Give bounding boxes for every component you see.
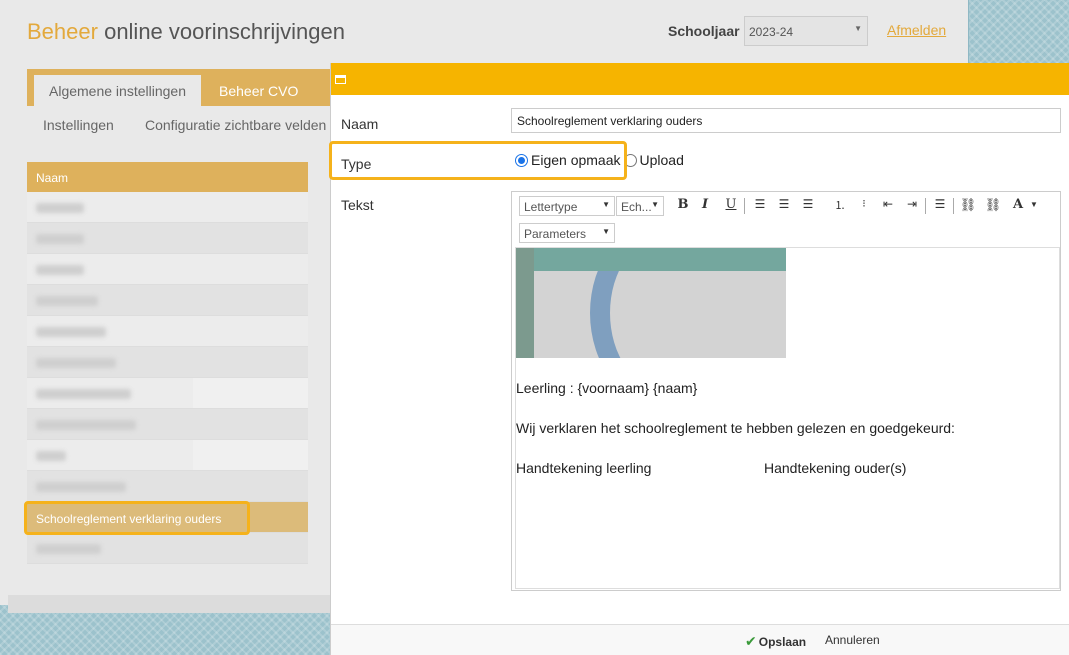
outdent-icon[interactable]: ⇤ (879, 197, 897, 211)
window-icon (335, 75, 346, 84)
schoolyear-label: Schooljaar (668, 23, 740, 39)
align-right-icon[interactable]: ☰ (799, 197, 817, 211)
content-signature-leerling: Handtekening leerling (516, 460, 652, 476)
chevron-down-icon: ▼ (854, 24, 862, 33)
schoolyear-value: 2023-24 (749, 25, 794, 39)
naam-input[interactable]: Schoolreglement verklaring ouders (511, 108, 1061, 133)
subnav-instellingen[interactable]: Instellingen (43, 117, 114, 133)
tab-beheer-cvo[interactable]: Beheer CVO (219, 75, 298, 106)
logout-link[interactable]: Afmelden (887, 22, 946, 38)
parameters-dropdown-value: Parameters (524, 227, 587, 241)
size-dropdown[interactable]: Ech... ▼ (616, 196, 664, 216)
tab-bar: Algemene instellingen Beheer CVO (27, 69, 330, 106)
horizontal-rule-icon[interactable]: ☰ (931, 197, 949, 211)
table-row[interactable] (27, 223, 308, 254)
checkmark-icon: ✔ (745, 633, 757, 649)
highlight-box-selected-row (24, 501, 250, 535)
table-row[interactable] (27, 254, 308, 285)
dropdown-arrow-icon: ▼ (602, 200, 610, 209)
dropdown-arrow-icon: ▼ (602, 227, 610, 236)
content-signature-ouders: Handtekening ouder(s) (764, 460, 907, 476)
rich-text-editor: Lettertype ▼ Ech... ▼ B I U ☰ ☰ ☰ ⒈ ⁝ ⇤ ⇥ … (511, 191, 1061, 591)
text-color-dropdown-icon[interactable]: ▼ (1025, 200, 1043, 209)
parameters-dropdown[interactable]: Parameters ▼ (519, 223, 615, 243)
table-row[interactable] (27, 378, 308, 409)
table-row[interactable] (27, 347, 308, 378)
link-icon[interactable]: ⛓ (959, 197, 977, 213)
italic-icon[interactable]: I (696, 197, 714, 212)
content-line-verklaring: Wij verklaren het schoolreglement te heb… (516, 420, 955, 436)
highlight-box-type (329, 141, 627, 180)
table-row[interactable] (27, 533, 308, 564)
dialog-footer: ✔ Opslaan Annuleren (331, 624, 1069, 655)
content-line-leerling: Leerling : {voornaam} {naam} (516, 380, 698, 396)
underline-icon[interactable]: U (722, 197, 740, 212)
embedded-image (516, 248, 786, 358)
radio-upload-label[interactable]: Upload (640, 152, 684, 168)
column-header-naam: Naam (27, 162, 308, 192)
page-title: Beheer online voorinschrijvingen (27, 19, 345, 45)
numbered-list-icon[interactable]: ⒈ (831, 197, 849, 213)
page-title-accent: Beheer (27, 19, 98, 44)
editor-content[interactable]: Leerling : {voornaam} {naam} Wij verklar… (515, 247, 1060, 589)
table-row[interactable] (27, 471, 308, 502)
dropdown-arrow-icon: ▼ (651, 200, 659, 209)
size-dropdown-value: Ech... (621, 200, 652, 214)
page-shadow (8, 595, 338, 613)
tekst-label: Tekst (341, 197, 374, 213)
font-dropdown-value: Lettertype (524, 200, 578, 214)
bullet-list-icon[interactable]: ⁝ (855, 197, 873, 210)
table-row[interactable] (27, 440, 308, 471)
bold-icon[interactable]: B (674, 197, 692, 212)
table-row[interactable] (27, 409, 308, 440)
tab-algemene-instellingen[interactable]: Algemene instellingen (34, 75, 201, 106)
naam-label: Naam (341, 116, 379, 132)
save-label: Opslaan (758, 635, 807, 649)
table-row[interactable] (27, 192, 308, 223)
page-title-rest: online voorinschrijvingen (104, 19, 345, 44)
subnav-configuratie[interactable]: Configuratie zichtbare velden (145, 117, 326, 133)
table-row[interactable] (27, 316, 308, 347)
save-button[interactable]: ✔ Opslaan (745, 633, 806, 650)
cancel-button[interactable]: Annuleren (825, 633, 880, 647)
indent-icon[interactable]: ⇥ (903, 197, 921, 211)
align-center-icon[interactable]: ☰ (775, 197, 793, 211)
table-row[interactable] (27, 285, 308, 316)
font-dropdown[interactable]: Lettertype ▼ (519, 196, 615, 216)
dialog-header (331, 63, 1069, 95)
schoolyear-select[interactable]: 2023-24 ▼ (744, 16, 868, 46)
align-left-icon[interactable]: ☰ (751, 197, 769, 211)
unlink-icon[interactable]: ⛓ (984, 197, 1002, 213)
